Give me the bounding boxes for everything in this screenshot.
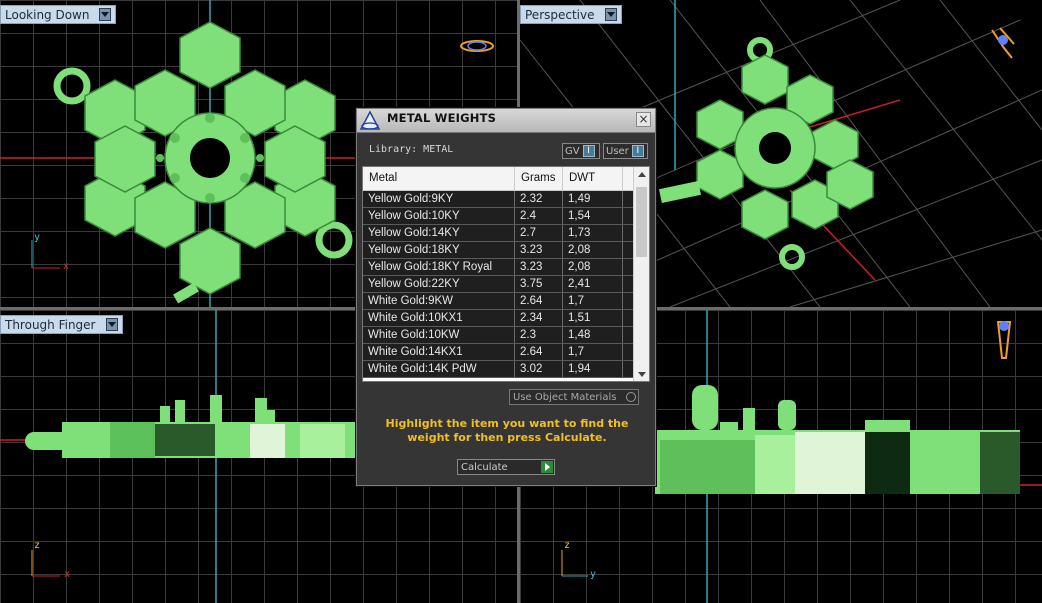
grams-cell: 3.02 xyxy=(515,361,563,377)
metal-cell: White Gold:10KX1 xyxy=(363,310,515,326)
axis-label-x: x xyxy=(64,569,71,580)
axis-label-z: z xyxy=(34,540,41,551)
table-row[interactable]: Yellow Gold:14KY 2.7 1,73 xyxy=(363,225,649,242)
toggle-indicator-icon: I xyxy=(631,145,644,157)
gv-toggle-label: GV xyxy=(565,145,580,157)
table-row[interactable]: Yellow Gold:18KY 3.23 2,08 xyxy=(363,242,649,259)
table-row[interactable]: Yellow Gold:18KY Royal 3.23 2,08 xyxy=(363,259,649,276)
table-body: Yellow Gold:9KY 2.32 1,49 Yellow Gold:10KY 2… xyxy=(363,191,649,381)
play-arrow-icon xyxy=(541,461,553,473)
grams-cell: 2.64 xyxy=(515,344,563,360)
table-row[interactable]: White Gold:14K PdW 3.02 1,94 xyxy=(363,361,649,378)
column-header-grams[interactable]: Grams xyxy=(515,167,563,190)
metal-cell: White Gold:9KW xyxy=(363,293,515,309)
dwt-cell: 1,73 xyxy=(563,225,623,241)
dwt-cell: 1,48 xyxy=(563,327,623,343)
dwt-cell: 1,7 xyxy=(563,293,623,309)
library-label: Library: METAL xyxy=(369,144,454,155)
metal-cell: Yellow Gold:18KY xyxy=(363,242,515,258)
grams-cell: 3.75 xyxy=(515,276,563,292)
grams-cell: 2.64 xyxy=(515,293,563,309)
close-icon: × xyxy=(638,112,649,126)
chevron-down-icon[interactable] xyxy=(604,8,617,21)
app-logo-icon xyxy=(357,109,383,133)
calculate-label: Calculate xyxy=(461,461,508,473)
table-row[interactable]: White Gold:9KW 2.64 1,7 xyxy=(363,293,649,310)
column-header-metal[interactable]: Metal xyxy=(363,167,515,190)
grams-cell: 2.34 xyxy=(515,310,563,326)
grams-cell: 2.32 xyxy=(515,191,563,207)
metal-cell: Yellow Gold:10KY xyxy=(363,208,515,224)
viewport-label-text: Perspective xyxy=(525,7,595,22)
use-object-materials-label: Use Object Materials xyxy=(513,391,617,403)
metal-cell: Yellow Gold:9KY xyxy=(363,191,515,207)
dwt-cell: 1,94 xyxy=(563,361,623,377)
scrollbar-thumb[interactable] xyxy=(636,187,647,257)
instruction-text: Highlight the item you want to find the … xyxy=(385,417,629,444)
column-header-dwt[interactable]: DWT xyxy=(563,167,623,190)
table-row[interactable]: Yellow Gold:22KY 3.75 2,41 xyxy=(363,276,649,293)
grams-cell: 2.4 xyxy=(515,208,563,224)
viewport-label-perspective[interactable]: Perspective xyxy=(520,5,622,24)
table-row[interactable]: White Gold:10KX1 2.34 1,51 xyxy=(363,310,649,327)
table-row[interactable]: Yellow Gold:10KY 2.4 1,54 xyxy=(363,208,649,225)
metal-table[interactable]: Metal Grams DWT Yellow Gold:9KY 2.32 1,49 Y… xyxy=(362,166,650,382)
dwt-cell: 1,7 xyxy=(563,344,623,360)
dwt-cell: 1,51 xyxy=(563,310,623,326)
use-object-materials-option[interactable]: Use Object Materials xyxy=(509,389,639,405)
table-row[interactable]: Yellow Gold:9KY 2.32 1,49 xyxy=(363,191,649,208)
dwt-cell: 1,49 xyxy=(563,191,623,207)
dwt-cell: 2,41 xyxy=(563,276,623,292)
metal-cell: Yellow Gold:22KY xyxy=(363,276,515,292)
metal-cell: White Gold:14K PdW xyxy=(363,361,515,377)
grams-cell: 3.23 xyxy=(515,259,563,275)
scroll-up-icon[interactable] xyxy=(634,167,649,181)
metal-cell: White Gold:14KX1 xyxy=(363,344,515,360)
radio-icon[interactable] xyxy=(626,392,636,402)
grams-cell: 3.23 xyxy=(515,242,563,258)
dialog-title: METAL WEIGHTS xyxy=(387,110,497,125)
metal-cell: Yellow Gold:14KY xyxy=(363,225,515,241)
grams-cell: 2.3 xyxy=(515,327,563,343)
calculate-button[interactable]: Calculate xyxy=(457,459,555,475)
user-toggle-label: User xyxy=(606,145,629,157)
toggle-indicator-icon: I xyxy=(582,145,595,157)
dwt-cell: 2,08 xyxy=(563,259,623,275)
grams-cell: 2.7 xyxy=(515,225,563,241)
user-toggle[interactable]: User I xyxy=(603,143,648,159)
scroll-down-icon[interactable] xyxy=(634,367,649,381)
dwt-cell: 2,08 xyxy=(563,242,623,258)
metal-weights-dialog: METAL WEIGHTS × Library: METAL GV I User… xyxy=(356,108,656,486)
table-header: Metal Grams DWT xyxy=(363,167,649,191)
dwt-cell: 1,54 xyxy=(563,208,623,224)
table-row[interactable]: White Gold:10KW 2.3 1,48 xyxy=(363,327,649,344)
table-scrollbar[interactable] xyxy=(633,167,649,381)
gv-toggle[interactable]: GV I xyxy=(562,143,600,159)
metal-cell: Yellow Gold:18KY Royal xyxy=(363,259,515,275)
dialog-title-bar[interactable]: METAL WEIGHTS × xyxy=(357,109,655,133)
close-button[interactable]: × xyxy=(636,112,651,127)
metal-cell: White Gold:10KW xyxy=(363,327,515,343)
table-row[interactable]: White Gold:14KX1 2.64 1,7 xyxy=(363,344,649,361)
